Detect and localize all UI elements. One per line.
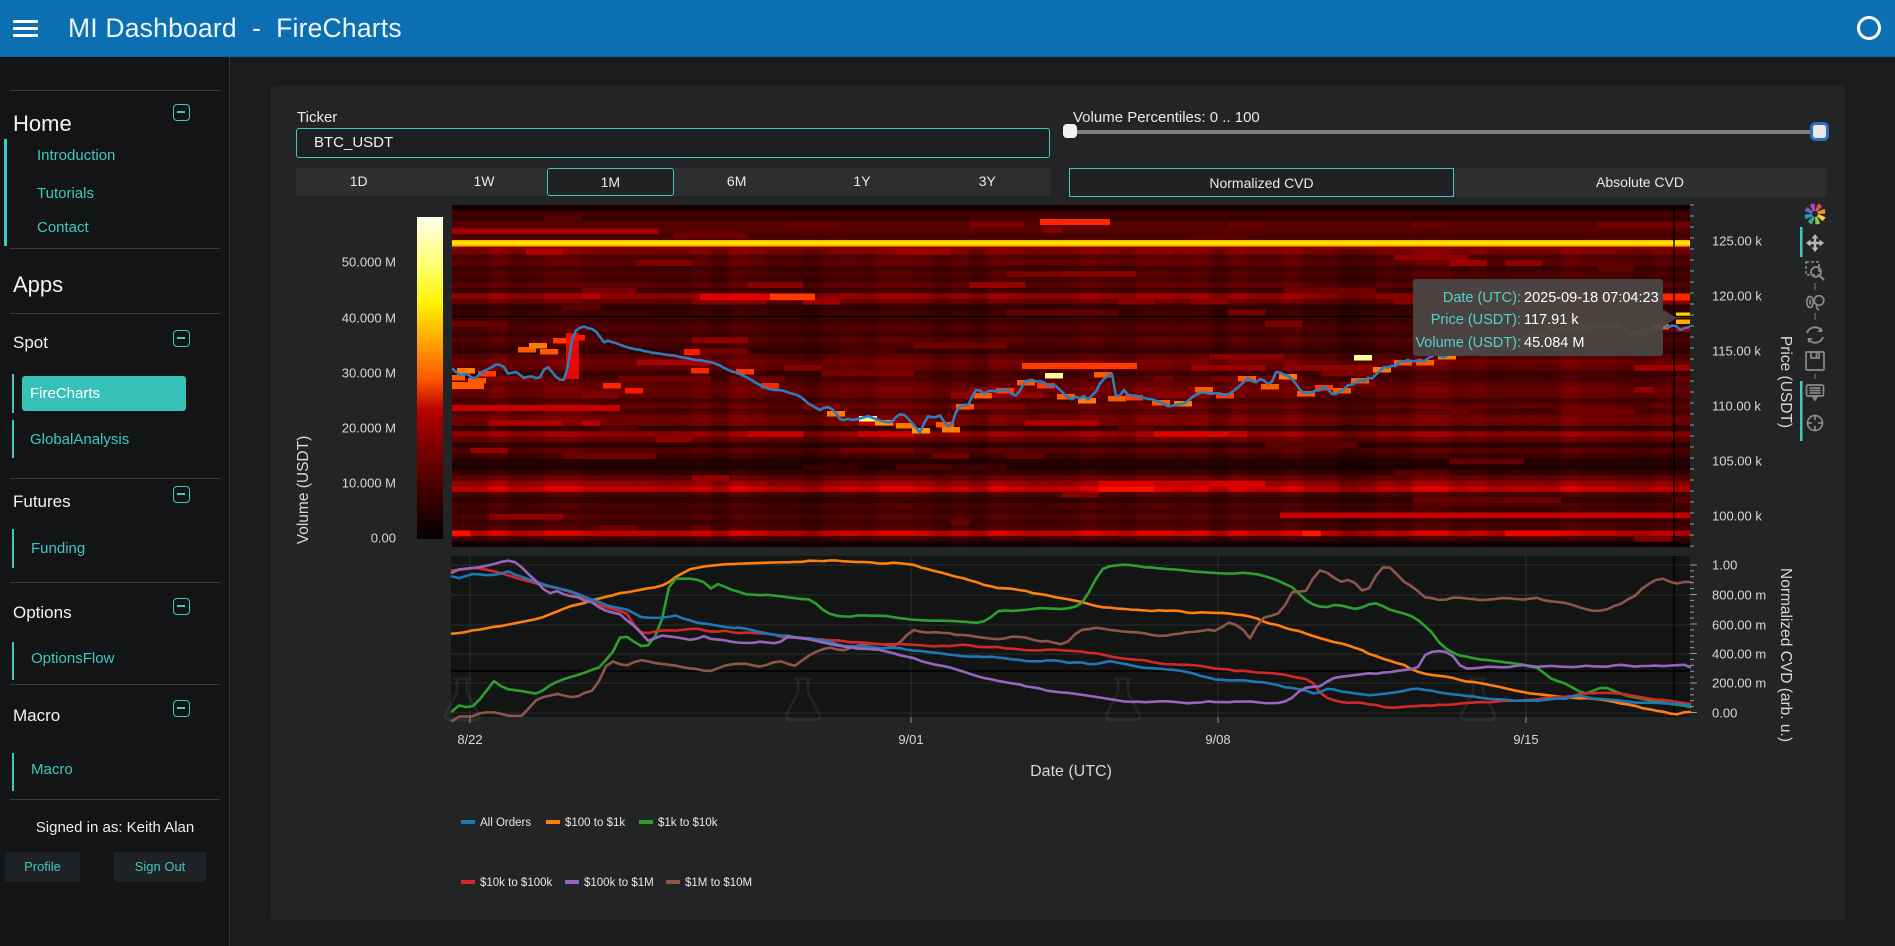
svg-text:Date (UTC):: Date (UTC): xyxy=(1443,290,1521,306)
svg-text:Volume (USDT):: Volume (USDT): xyxy=(1415,335,1521,351)
svg-text:10.000 M: 10.000 M xyxy=(342,476,396,491)
svg-text:400.00 m: 400.00 m xyxy=(1712,647,1766,662)
svg-text:200.00 m: 200.00 m xyxy=(1712,676,1766,691)
svg-text:115.00 k: 115.00 k xyxy=(1712,344,1761,359)
svg-text:30.000 M: 30.000 M xyxy=(342,366,396,381)
svg-text:20.000 M: 20.000 M xyxy=(342,421,396,436)
svg-text:117.91 k: 117.91 k xyxy=(1524,312,1579,328)
svg-text:$100 to $1k: $100 to $1k xyxy=(565,817,625,829)
svg-text:9/01: 9/01 xyxy=(898,732,923,747)
svg-text:1.00: 1.00 xyxy=(1712,558,1737,573)
svg-text:45.084 M: 45.084 M xyxy=(1524,335,1584,351)
svg-text:100.00 k: 100.00 k xyxy=(1712,509,1762,524)
svg-text:600.00 m: 600.00 m xyxy=(1712,618,1766,633)
svg-text:All Orders: All Orders xyxy=(480,817,531,829)
svg-text:Volume (USDT): Volume (USDT) xyxy=(295,436,312,545)
svg-text:120.00 k: 120.00 k xyxy=(1712,289,1762,304)
svg-text:Price (USDT):: Price (USDT): xyxy=(1431,312,1521,328)
svg-text:800.00 m: 800.00 m xyxy=(1712,588,1766,603)
svg-text:Date (UTC): Date (UTC) xyxy=(1030,763,1112,780)
svg-text:$100k to $1M: $100k to $1M xyxy=(584,877,654,889)
svg-text:9/08: 9/08 xyxy=(1205,732,1230,747)
svg-text:8/22: 8/22 xyxy=(457,732,482,747)
svg-text:110.00 k: 110.00 k xyxy=(1712,399,1761,414)
svg-text:9/15: 9/15 xyxy=(1513,732,1538,747)
svg-text:$10k to $100k: $10k to $100k xyxy=(480,877,553,889)
svg-text:50.000 M: 50.000 M xyxy=(342,255,396,270)
svg-text:Normalized CVD (arb. u.): Normalized CVD (arb. u.) xyxy=(1777,568,1794,742)
svg-text:105.00 k: 105.00 k xyxy=(1712,454,1762,469)
svg-text:40.000 M: 40.000 M xyxy=(342,311,396,326)
svg-text:Price (USDT): Price (USDT) xyxy=(1777,336,1794,428)
svg-text:0.00: 0.00 xyxy=(371,531,396,546)
svg-text:0.00: 0.00 xyxy=(1712,706,1737,721)
svg-text:$1k to $10k: $1k to $10k xyxy=(658,817,718,829)
svg-text:125.00 k: 125.00 k xyxy=(1712,234,1762,249)
svg-text:$1M to $10M: $1M to $10M xyxy=(685,877,752,889)
svg-text:2025-09-18 07:04:23: 2025-09-18 07:04:23 xyxy=(1524,290,1659,306)
